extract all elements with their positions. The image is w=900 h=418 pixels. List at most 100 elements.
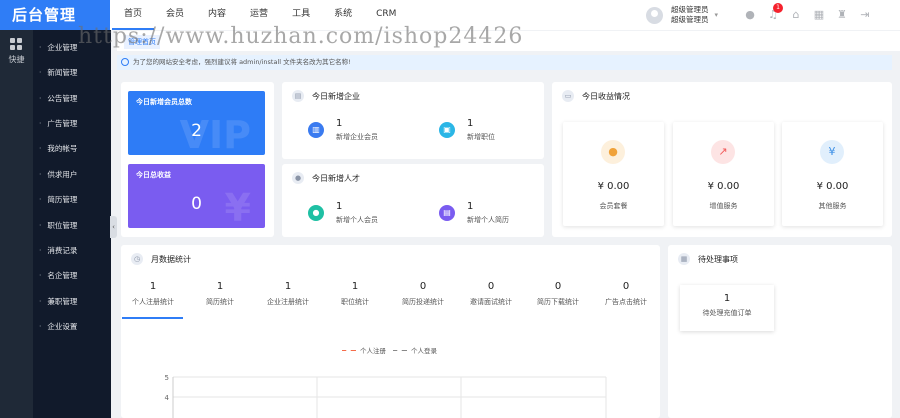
revenue-card-value-added[interactable]: ↗ ¥ 0.00 增值服务 — [673, 122, 774, 226]
legend-item-registrations[interactable]: 个人注册 — [342, 345, 386, 355]
sidebar-item-account[interactable]: 我的帐号 — [39, 143, 77, 154]
stat-title: 今日总收益 — [136, 171, 171, 179]
legend-marker — [393, 346, 407, 352]
sidebar-item-consumption[interactable]: 消费记录 — [39, 245, 77, 256]
robot-icon[interactable]: ♜ — [833, 6, 851, 24]
sidebar-collapse-handle[interactable]: ‹ — [110, 216, 117, 238]
user-names[interactable]: 超级管理员 超级管理员 — [671, 5, 709, 25]
chevron-down-icon[interactable]: ▾ — [715, 11, 719, 19]
sidebar-item-company[interactable]: 企业管理 — [39, 42, 77, 53]
revenue-label: 会员套餐 — [599, 202, 628, 210]
tab-value: 1 — [149, 281, 157, 292]
metric-label: 新增个人简历 — [467, 216, 509, 224]
y-tick-label: 4 — [165, 394, 170, 402]
notification-badge: 1 — [773, 3, 783, 13]
tab-resume-deliveries[interactable]: 0 简历投递统计 — [390, 281, 456, 307]
tab-resume-downloads[interactable]: 0 简历下载统计 — [525, 281, 591, 307]
metric-new-jobs[interactable]: ▣ 1 新增职位 — [439, 118, 495, 142]
sidebar-item-part-time[interactable]: 兼职管理 — [39, 296, 77, 307]
tab-label: 邀请面试统计 — [470, 298, 512, 306]
revenue-card-membership[interactable]: ● ¥ 0.00 会员套餐 — [563, 122, 664, 226]
todo-item-recharge-orders[interactable]: 1 待处理充值订单 — [680, 285, 774, 331]
clock-icon: ◷ — [131, 253, 143, 265]
tab-company-registrations[interactable]: 1 企业注册统计 — [255, 281, 321, 307]
metric-label: 新增企业会员 — [336, 133, 378, 141]
sidebar-item-announcements[interactable]: 公告管理 — [39, 93, 77, 104]
line-chart: 5 4 — [165, 374, 607, 418]
person-icon: ● — [308, 205, 324, 221]
money-bag-icon: ¥ — [820, 140, 844, 164]
revenue-card-other[interactable]: ¥ ¥ 0.00 其他服务 — [782, 122, 883, 226]
yen-watermark-icon: ¥ — [224, 186, 251, 228]
sidebar-item-supply-users[interactable]: 供求用户 — [39, 169, 77, 180]
legend-label: 个人注册 — [360, 347, 386, 355]
user-name: 超级管理员 — [671, 15, 709, 24]
trend-chart-icon: ↗ — [711, 140, 735, 164]
metric-value: 1 — [467, 201, 474, 212]
quick-rail: 快捷 — [0, 30, 33, 418]
tab-value: 0 — [419, 281, 427, 292]
sidebar-item-ads[interactable]: 广告管理 — [39, 118, 77, 129]
metric-value: 1 — [336, 201, 343, 212]
sidebar-item-resumes[interactable]: 简历管理 — [39, 194, 77, 205]
logout-icon[interactable]: ⇥ — [856, 6, 874, 24]
metric-new-company-members[interactable]: ▥ 1 新增企业会员 — [308, 118, 378, 142]
metric-label: 新增个人会员 — [336, 216, 378, 224]
grid-icon[interactable]: ▦ — [810, 6, 828, 24]
bell-icon[interactable]: ♫ 1 — [764, 3, 783, 24]
sidebar-item-company-settings[interactable]: 企业设置 — [39, 321, 77, 332]
tab-interview-invites[interactable]: 0 邀请面试统计 — [458, 281, 524, 307]
card-todo: ▦ 待处理事项 — [668, 245, 892, 418]
avatar[interactable] — [646, 6, 663, 24]
metric-new-resumes[interactable]: ▤ 1 新增个人简历 — [439, 201, 509, 225]
tab-ad-clicks[interactable]: 0 广告点击统计 — [593, 281, 659, 307]
metric-value: 1 — [467, 118, 474, 129]
chat-icon[interactable]: ● — [741, 6, 759, 24]
card-title: 今日新增人才 — [312, 173, 360, 183]
card-new-companies: ▤ 今日新增企业 ▥ 1 新增企业会员 ▣ 1 新增职位 — [282, 82, 544, 159]
revenue-label: 增值服务 — [709, 202, 738, 210]
briefcase-icon: ▣ — [439, 122, 455, 138]
sidebar-item-famous-companies[interactable]: 名企管理 — [39, 270, 77, 281]
tab-label: 职位统计 — [341, 298, 369, 306]
tab-value: 1 — [284, 281, 292, 292]
revenue-value: ¥ 0.00 — [816, 181, 849, 192]
tab-label: 广告点击统计 — [605, 298, 647, 306]
grid-icon[interactable] — [10, 38, 23, 50]
tab-label: 个人注册统计 — [132, 298, 174, 306]
user-coin-icon: ● — [601, 140, 625, 164]
revenue-label: 其他服务 — [818, 202, 847, 210]
card-header: ▤ 今日新增企业 — [292, 90, 360, 102]
tab-resumes[interactable]: 1 简历统计 — [187, 281, 253, 307]
card-header: ● 今日新增人才 — [292, 172, 360, 184]
tab-value: 1 — [216, 281, 224, 292]
legend-item-logins[interactable]: 个人登录 — [393, 345, 437, 355]
vip-watermark-icon: VIP — [179, 113, 251, 155]
home-icon[interactable]: ⌂ — [787, 6, 805, 24]
user-menu[interactable]: 超级管理员 超级管理员 ▾ — [646, 5, 718, 25]
sidebar: 企业管理 新闻管理 公告管理 广告管理 我的帐号 供求用户 简历管理 职位管理 … — [33, 30, 111, 418]
stat-card-new-members[interactable]: 今日新增会员总数 2 VIP — [128, 91, 265, 155]
calendar-icon: ▦ — [678, 253, 690, 265]
stat-title: 今日新增会员总数 — [136, 98, 192, 106]
metric-label: 新增职位 — [467, 133, 495, 141]
tab-label: 简历投递统计 — [402, 298, 444, 306]
card-header: ▭ 今日收益情况 — [562, 90, 630, 102]
todo-label: 待处理充值订单 — [702, 309, 752, 317]
rail-label-quick[interactable]: 快捷 — [0, 54, 33, 65]
security-notice: 为了您的网站安全考虑，强烈建议将 admin/install 文件夹名改为其它名… — [117, 55, 892, 70]
tab-jobs[interactable]: 1 职位统计 — [322, 281, 388, 307]
card-new-talents: ● 今日新增人才 ● 1 新增个人会员 ▤ 1 新增个人简历 — [282, 164, 544, 237]
sidebar-item-news[interactable]: 新闻管理 — [39, 67, 77, 78]
metric-new-personal-members[interactable]: ● 1 新增个人会员 — [308, 201, 378, 225]
tab-personal-registrations[interactable]: 1 个人注册统计 — [120, 281, 186, 307]
card-title: 月数据统计 — [151, 254, 191, 264]
tab-value: 0 — [622, 281, 630, 292]
card-header: ▦ 待处理事项 — [678, 253, 738, 265]
metric-value: 1 — [336, 118, 343, 129]
card-title: 今日新增企业 — [312, 91, 360, 101]
stat-card-income[interactable]: 今日总收益 0 ¥ — [128, 164, 265, 228]
resume-icon: ▤ — [439, 205, 455, 221]
sidebar-item-jobs[interactable]: 职位管理 — [39, 220, 77, 231]
card-title: 待处理事项 — [698, 254, 738, 264]
